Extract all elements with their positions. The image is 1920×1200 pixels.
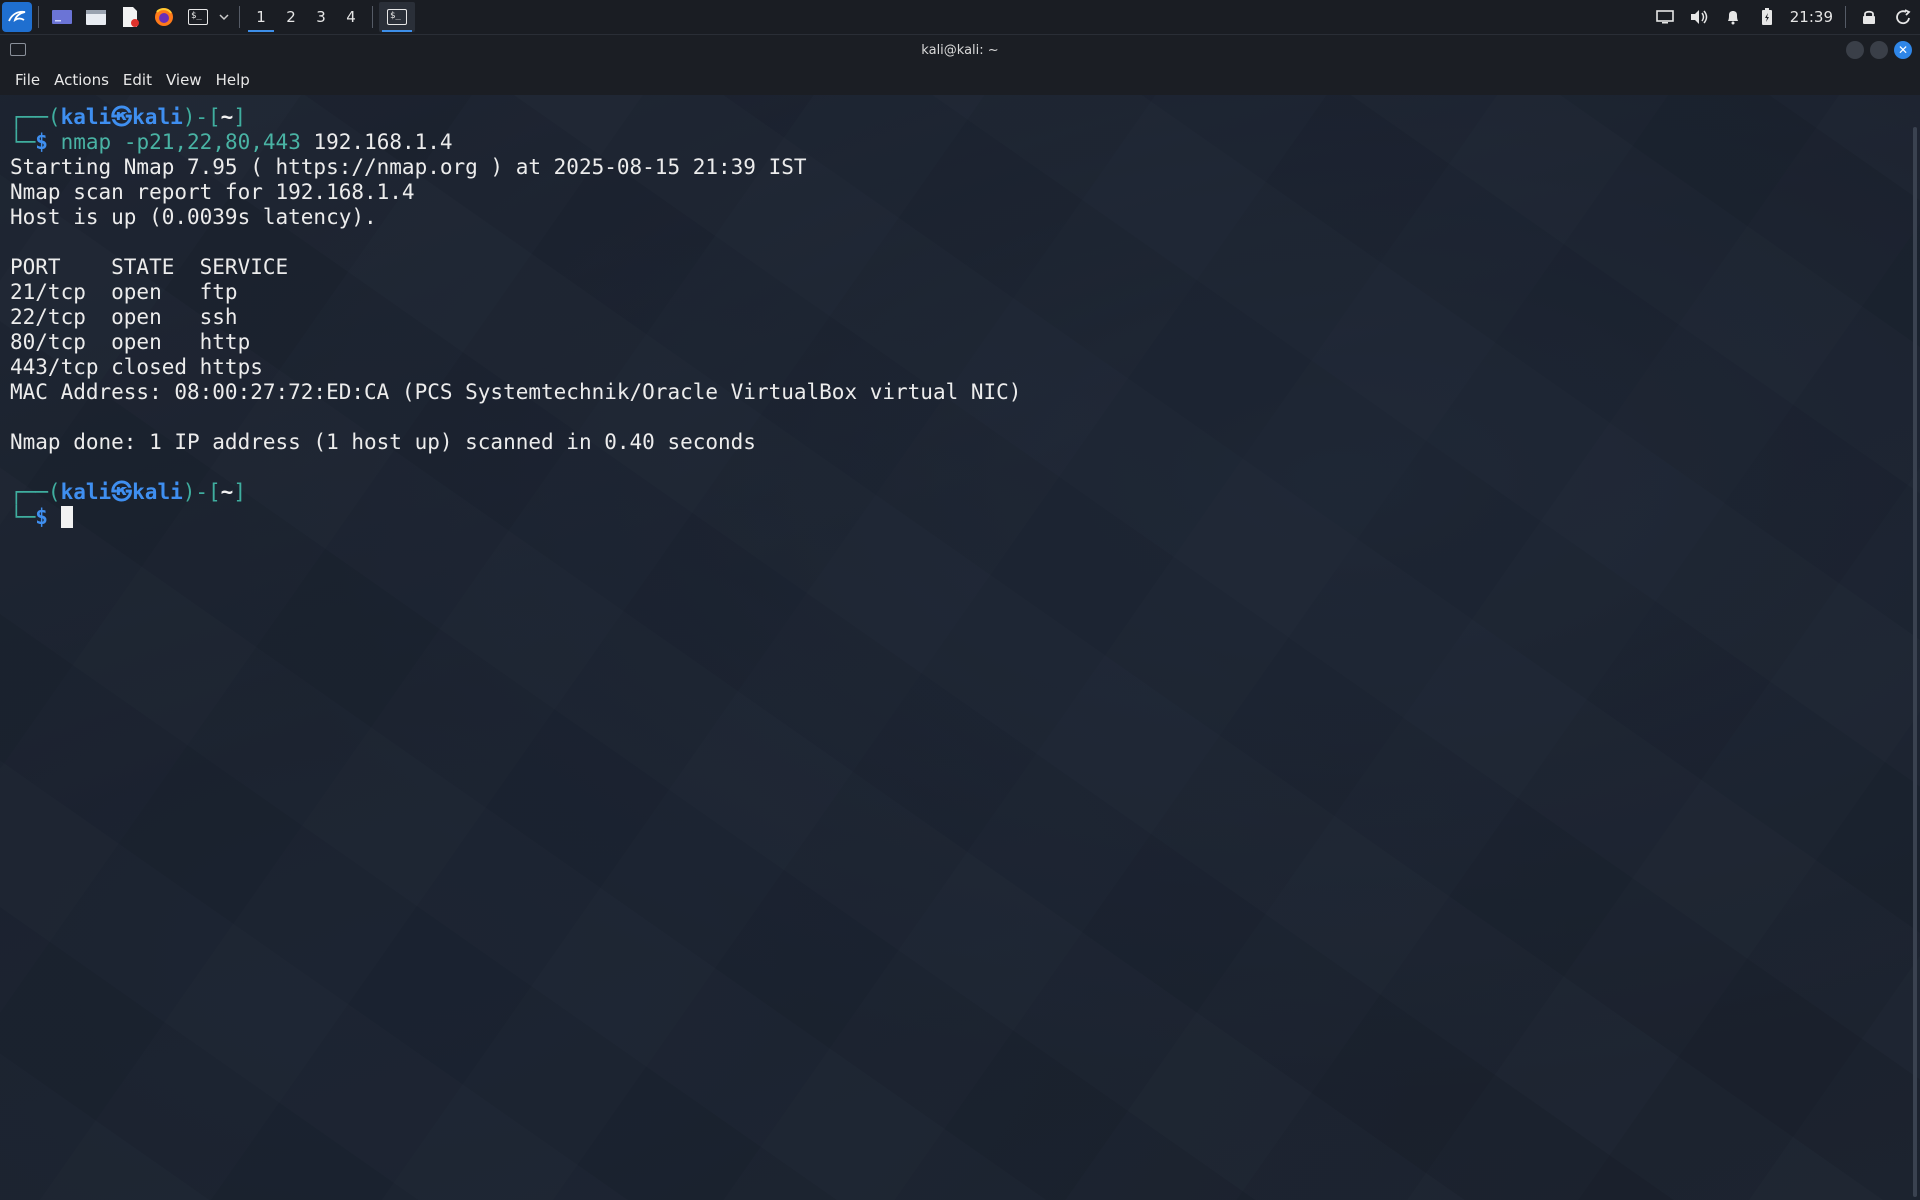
menu-help[interactable]: Help	[209, 67, 257, 93]
panel-clock[interactable]: 21:39	[1784, 8, 1839, 26]
terminal-output[interactable]: ┌──(kali㉿kali)-[~] └─$ nmap -p21,22,80,4…	[0, 95, 1920, 1200]
firefox-icon[interactable]	[149, 2, 179, 32]
panel-separator	[372, 6, 373, 28]
output-line: 80/tcp open http	[10, 330, 251, 354]
menu-actions[interactable]: Actions	[47, 67, 116, 93]
file-manager-icon[interactable]	[81, 2, 111, 32]
terminal-icon: $_	[387, 9, 407, 25]
prompt-line-2: ┌──(kali㉿kali)-[~]	[10, 480, 246, 504]
kali-menu-icon[interactable]	[2, 2, 32, 32]
prompt-line-1: ┌──(kali㉿kali)-[~]	[10, 105, 246, 129]
output-line: Host is up (0.0039s latency).	[10, 205, 377, 229]
menu-bar: File Actions Edit View Help	[0, 65, 1920, 95]
panel-separator	[239, 6, 240, 28]
workspace-4[interactable]: 4	[336, 2, 366, 32]
window-titlebar[interactable]: kali@kali: ~ ✕	[0, 35, 1920, 65]
close-button[interactable]: ✕	[1894, 41, 1912, 59]
maximize-button[interactable]	[1870, 41, 1888, 59]
text-editor-icon[interactable]	[115, 2, 145, 32]
display-icon[interactable]	[1648, 2, 1682, 32]
workspace-3[interactable]: 3	[306, 2, 336, 32]
output-line: MAC Address: 08:00:27:72:ED:CA (PCS Syst…	[10, 380, 1022, 404]
terminal-app-icon[interactable]	[10, 43, 26, 56]
close-icon: ✕	[1897, 43, 1909, 57]
menu-view[interactable]: View	[159, 67, 209, 93]
window-title: kali@kali: ~	[921, 42, 999, 58]
top-panel: $_ 1 2 3 4 $_ 21:39	[0, 0, 1920, 35]
text-cursor	[60, 506, 73, 528]
panel-separator	[38, 6, 39, 28]
battery-icon[interactable]	[1750, 2, 1784, 32]
output-line: 22/tcp open ssh	[10, 305, 238, 329]
bell-icon[interactable]	[1716, 2, 1750, 32]
volume-icon[interactable]	[1682, 2, 1716, 32]
taskbar-terminal-button[interactable]: $_	[379, 2, 415, 32]
output-line: Starting Nmap 7.95 ( https://nmap.org ) …	[10, 155, 807, 179]
terminal-icon[interactable]: $_	[183, 2, 213, 32]
lock-icon[interactable]	[1852, 2, 1886, 32]
terminal-scrollbar[interactable]	[1913, 127, 1917, 1197]
workspace-2[interactable]: 2	[276, 2, 306, 32]
command-line-1: └─$ nmap -p21,22,80,443 192.168.1.4	[10, 130, 453, 154]
menu-edit[interactable]: Edit	[116, 67, 159, 93]
power-icon[interactable]	[1886, 2, 1920, 32]
output-line: PORT STATE SERVICE	[10, 255, 289, 279]
output-line: Nmap done: 1 IP address (1 host up) scan…	[10, 430, 756, 454]
menu-file[interactable]: File	[8, 67, 47, 93]
output-line: 443/tcp closed https	[10, 355, 263, 379]
minimize-button[interactable]	[1846, 41, 1864, 59]
command-line-2[interactable]: └─$	[10, 505, 1910, 530]
output-line: Nmap scan report for 192.168.1.4	[10, 180, 415, 204]
output-line: 21/tcp open ftp	[10, 280, 238, 304]
terminal-window: kali@kali: ~ ✕ File Actions Edit View He…	[0, 35, 1920, 1200]
workspace-1[interactable]: 1	[246, 2, 276, 32]
chevron-down-icon[interactable]	[217, 2, 231, 32]
panel-separator	[1845, 6, 1846, 28]
desktop-icon[interactable]	[47, 2, 77, 32]
